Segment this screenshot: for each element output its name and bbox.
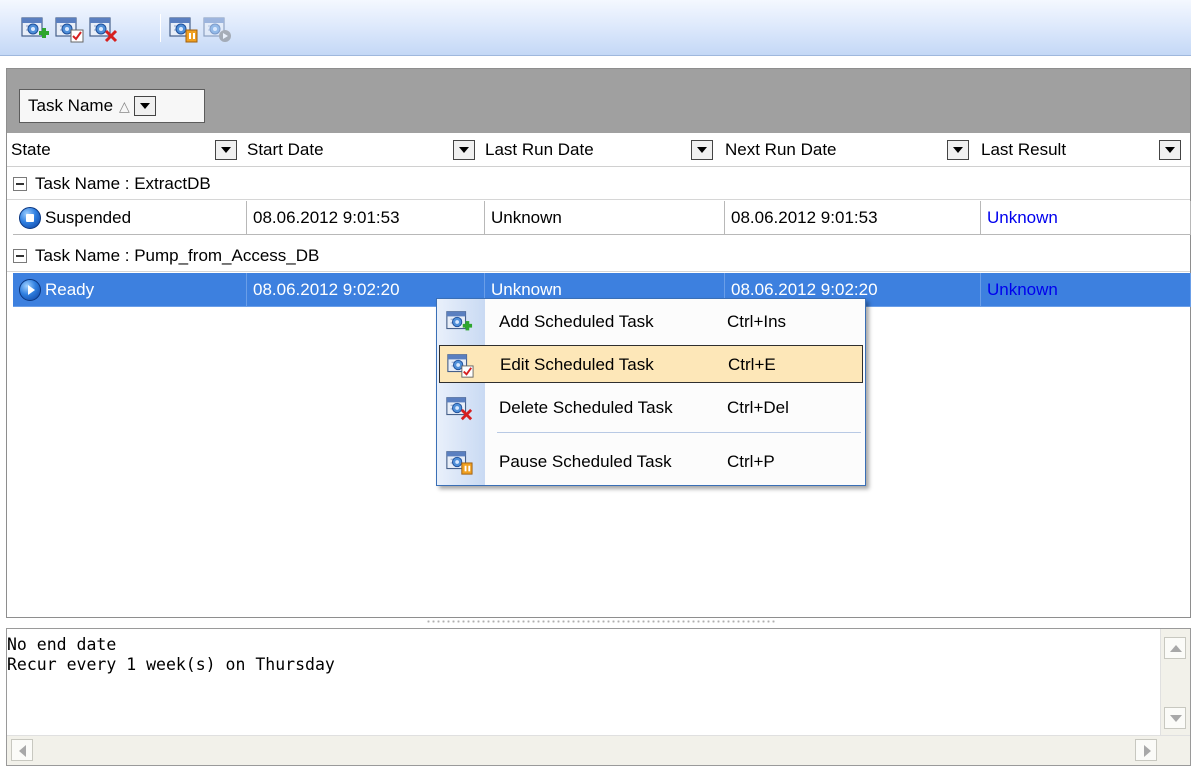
chevron-down-icon[interactable] (133, 96, 156, 116)
sort-ascending-icon: △ (119, 97, 130, 114)
context-menu: Add Scheduled Task Ctrl+Ins Edit Schedul… (436, 298, 866, 486)
stop-icon (19, 206, 41, 229)
last-result-link[interactable]: Unknown (981, 273, 1191, 307)
chevron-down-icon[interactable] (1159, 140, 1181, 160)
calendar-gear-edit-icon (447, 354, 474, 378)
schedule-details-memo[interactable]: No end date Recur every 1 week(s) on Thu… (6, 628, 1191, 766)
menu-separator (497, 432, 861, 433)
chevron-down-icon[interactable] (947, 140, 969, 160)
menu-item-add-scheduled-task[interactable]: Add Scheduled Task Ctrl+Ins (439, 303, 863, 341)
scroll-up-icon[interactable] (1164, 637, 1186, 659)
group-by-label: Task Name (28, 96, 114, 115)
column-header-last-result[interactable]: Last Result (981, 133, 1187, 167)
scroll-down-icon[interactable] (1164, 707, 1186, 729)
chevron-down-icon[interactable] (215, 140, 237, 160)
last-run-date-cell: Unknown (485, 201, 725, 235)
group-row-extractdb[interactable]: Task Name : ExtractDB (7, 168, 1190, 200)
toolbar-separator (160, 14, 161, 42)
start-date-cell: 08.06.2012 9:01:53 (247, 201, 485, 235)
vertical-scrollbar[interactable] (1160, 629, 1190, 736)
pause-scheduled-task-button[interactable] (168, 14, 198, 44)
group-row-pump-from-access-db[interactable]: Task Name : Pump_from_Access_DB (7, 240, 1190, 272)
group-label: Task Name : Pump_from_Access_DB (35, 245, 320, 265)
collapse-icon[interactable] (13, 248, 27, 263)
menu-item-delete-scheduled-task[interactable]: Delete Scheduled Task Ctrl+Del (439, 389, 863, 427)
run-scheduled-task-button[interactable] (202, 14, 232, 44)
column-header-state[interactable]: State (11, 133, 241, 167)
column-header-next-run-date[interactable]: Next Run Date (725, 133, 981, 167)
add-scheduled-task-button[interactable] (20, 14, 50, 44)
column-header-row: State Start Date Last Run Date Next Run … (7, 133, 1190, 167)
schedule-details-text: No end date Recur every 1 week(s) on Thu… (7, 635, 335, 674)
chevron-down-icon[interactable] (453, 140, 475, 160)
menu-item-pause-scheduled-task[interactable]: Pause Scheduled Task Ctrl+P (439, 443, 863, 481)
group-label: Task Name : ExtractDB (35, 173, 211, 193)
calendar-gear-pause-icon (446, 451, 473, 475)
delete-scheduled-task-button[interactable] (88, 14, 118, 44)
group-by-panel: Task Name △ (7, 69, 1190, 133)
scroll-right-icon[interactable] (1135, 739, 1157, 761)
calendar-gear-delete-icon (446, 397, 473, 421)
horizontal-scrollbar[interactable] (7, 735, 1190, 765)
scroll-left-icon[interactable] (11, 739, 33, 761)
chevron-down-icon[interactable] (691, 140, 713, 160)
play-icon (19, 278, 41, 301)
column-header-start-date[interactable]: Start Date (247, 133, 483, 167)
menu-item-edit-scheduled-task[interactable]: Edit Scheduled Task Ctrl+E (439, 345, 863, 383)
column-header-last-run-date[interactable]: Last Run Date (485, 133, 725, 167)
edit-scheduled-task-button[interactable] (54, 14, 84, 44)
calendar-gear-add-icon (446, 311, 473, 331)
collapse-icon[interactable] (13, 176, 27, 191)
toolbar (0, 0, 1191, 56)
next-run-date-cell: 08.06.2012 9:01:53 (725, 201, 981, 235)
state-cell: Ready (13, 273, 247, 307)
group-by-task-name[interactable]: Task Name △ (19, 89, 205, 123)
splitter-handle[interactable] (426, 619, 776, 625)
state-cell: Suspended (13, 201, 247, 235)
table-row[interactable]: Suspended 08.06.2012 9:01:53 Unknown 08.… (13, 201, 1191, 235)
last-result-link[interactable]: Unknown (981, 201, 1191, 235)
